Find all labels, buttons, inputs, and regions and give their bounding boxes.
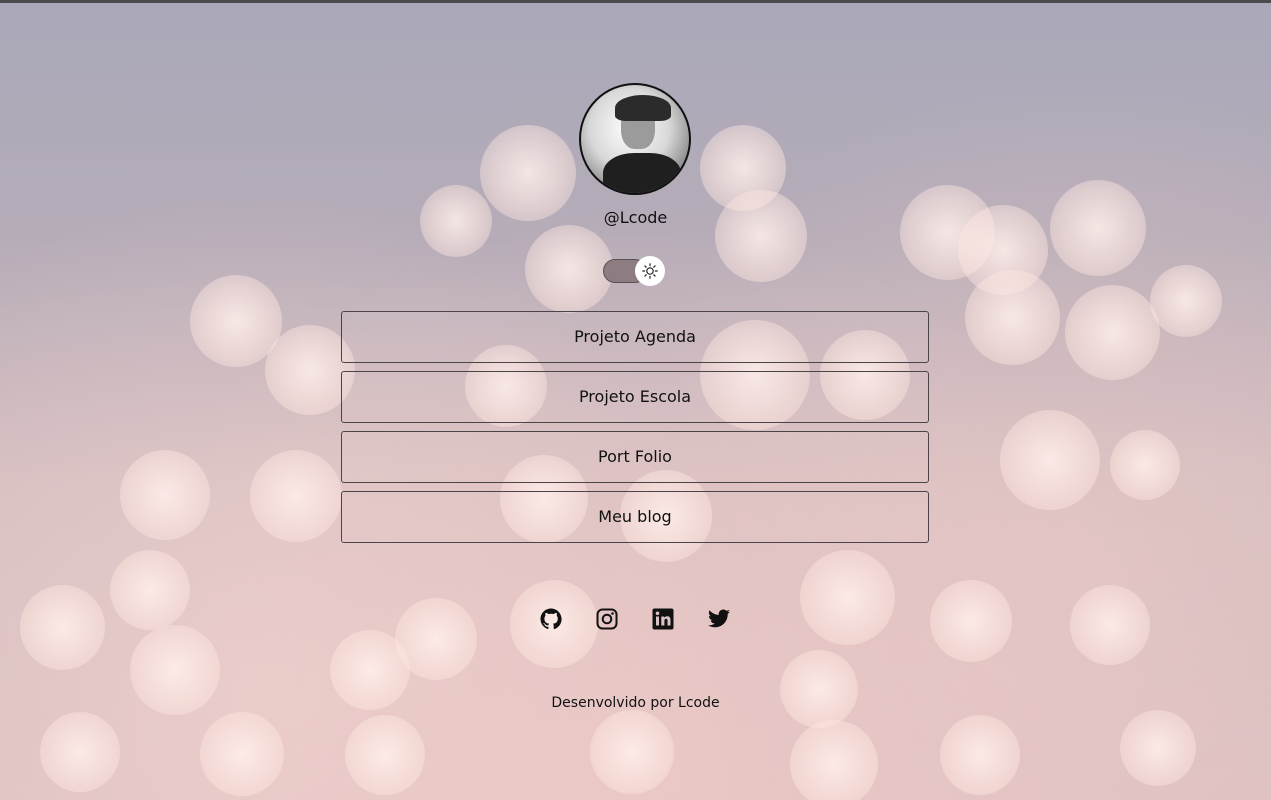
footer-credit: Desenvolvido por Lcode <box>551 695 720 711</box>
toggle-knob[interactable] <box>635 256 665 286</box>
link-port-folio[interactable]: Port Folio <box>341 431 929 483</box>
linkedin-icon <box>652 608 674 630</box>
social-links <box>538 606 734 632</box>
github-link[interactable] <box>538 606 564 632</box>
avatar <box>579 83 691 195</box>
link-projeto-escola[interactable]: Projeto Escola <box>341 371 929 423</box>
twitter-icon <box>708 609 730 628</box>
instagram-icon <box>596 608 618 630</box>
linkedin-link[interactable] <box>650 606 676 632</box>
profile-page: @Lcode Projeto Agenda Projeto Escola Por… <box>0 0 1271 800</box>
link-meu-blog[interactable]: Meu blog <box>341 491 929 543</box>
theme-toggle[interactable] <box>603 256 665 286</box>
github-icon <box>540 608 562 630</box>
username: @Lcode <box>603 208 668 227</box>
instagram-link[interactable] <box>594 606 620 632</box>
link-projeto-agenda[interactable]: Projeto Agenda <box>341 311 929 363</box>
link-list: Projeto Agenda Projeto Escola Port Folio… <box>341 311 929 551</box>
twitter-link[interactable] <box>706 606 732 632</box>
sun-icon <box>642 263 658 279</box>
